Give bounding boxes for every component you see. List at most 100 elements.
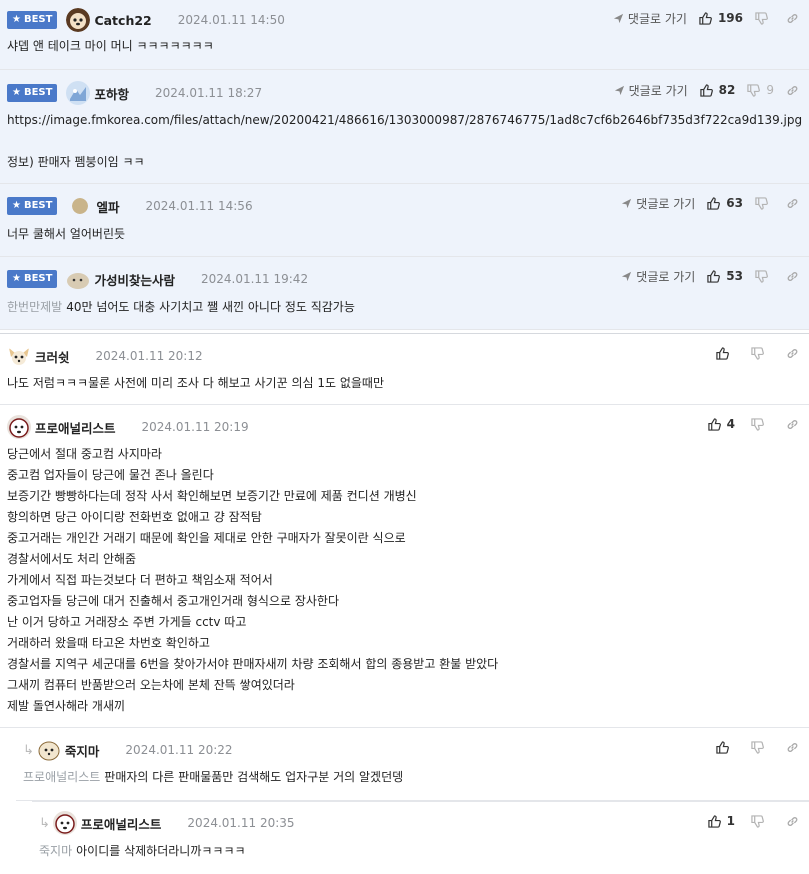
thumbs-up-icon [707, 196, 721, 210]
comment-date: 2024.01.11 14:56 [145, 199, 253, 213]
avatar[interactable] [7, 415, 31, 439]
avatar[interactable] [66, 8, 91, 32]
upvote-button[interactable] [716, 740, 735, 754]
comment-author[interactable]: Catch22 [94, 13, 151, 28]
comment-body: 프로애널리스트 판매자의 다른 판매물품만 검색해도 업자구분 거의 알겠던뎅 [23, 767, 403, 788]
star-icon: ★ [12, 200, 21, 211]
comment-text-line: 그새끼 컴퓨터 반품받으러 오는차에 본체 잔뜩 쌓여있더라 [7, 678, 295, 692]
thumbs-up-icon [707, 417, 721, 431]
downvote-button[interactable] [751, 346, 770, 360]
link-icon[interactable] [786, 418, 799, 431]
downvote-button[interactable]: 9 [747, 83, 774, 97]
reply-link[interactable]: 댓글로 가기 [621, 195, 695, 212]
comment-body: https://image.fmkorea.com/files/attach/n… [7, 110, 802, 173]
comment-author[interactable]: 프로애널리스트 [81, 814, 162, 833]
comment-text-line: 너무 쿨해서 얼어버린듯 [7, 227, 126, 241]
avatar[interactable] [66, 267, 90, 291]
comment-date: 2024.01.11 20:12 [95, 349, 203, 363]
avatar[interactable] [52, 811, 77, 835]
upvote-button[interactable]: 4 [707, 417, 735, 431]
avatar[interactable] [36, 738, 61, 762]
upvote-button[interactable]: 82 [699, 83, 736, 97]
arrow-icon [622, 198, 632, 208]
comment-best-4: ★ BEST 가성비찾는사람 2024.01.11 19:42 댓글로 가기 53… [0, 257, 809, 330]
downvote-button[interactable] [751, 417, 770, 431]
comment-text-line: 죽지마 아이디를 삭제하더라니까ㅋㅋㅋㅋ [39, 844, 246, 858]
comment-best-3: ★ BEST 엘파 2024.01.11 14:56 댓글로 가기 63 너무 쿨… [0, 184, 809, 257]
comment: 프로애널리스트 2024.01.11 20:19 4 당근에서 절대 중고컴 사… [0, 405, 809, 728]
upvote-button[interactable]: 196 [699, 11, 743, 25]
upvote-button[interactable] [716, 346, 735, 360]
comment-body: 당근에서 절대 중고컴 사지마라 중고컴 업자들이 당근에 물건 존나 올린다 … [7, 444, 498, 717]
downvote-button[interactable] [755, 269, 774, 283]
avatar[interactable] [66, 81, 91, 105]
comment-author[interactable]: 프로애널리스트 [35, 418, 116, 437]
reply-link[interactable]: 댓글로 가기 [621, 268, 695, 285]
upvote-count: 82 [718, 83, 736, 97]
downvote-count: 9 [766, 83, 774, 97]
comment-author[interactable]: 크러쉿 [35, 347, 70, 366]
comment-text-line: 항의하면 당근 아이디랑 전화번호 없애고 걍 잠적탐 [7, 510, 262, 524]
comment-reply: ↳ 프로애널리스트 2024.01.11 20:35 1 죽지마 아이디를 삭제하… [32, 801, 809, 874]
comment-header: ↳ 죽지마 2024.01.11 20:22 [23, 738, 233, 762]
comment-header: ★ BEST Catch22 2024.01.11 14:50 [7, 8, 285, 32]
thumbs-up-icon [716, 346, 729, 360]
best-badge: ★ BEST [7, 270, 58, 288]
comment-text-line: 당근에서 절대 중고컴 사지마라 [7, 447, 162, 461]
comment-actions [716, 737, 799, 757]
thumbs-down-icon [755, 196, 768, 210]
comment-header: ★ BEST 가성비찾는사람 2024.01.11 19:42 [7, 267, 308, 291]
comment-link-text[interactable]: https://image.fmkorea.com/files/attach/n… [7, 110, 802, 131]
upvote-button[interactable]: 1 [707, 814, 735, 828]
link-icon[interactable] [786, 815, 799, 828]
mention[interactable]: 죽지마 [39, 844, 72, 858]
link-icon[interactable] [786, 270, 799, 283]
upvote-button[interactable]: 53 [707, 269, 743, 283]
avatar[interactable] [72, 198, 89, 214]
comment-author[interactable]: 가성비찾는사람 [94, 270, 175, 289]
upvote-button[interactable]: 63 [707, 196, 743, 210]
best-badge: ★ BEST [7, 197, 58, 215]
reply-link[interactable]: 댓글로 가기 [613, 10, 687, 27]
comment-text-line: 한번만제발 40만 넘어도 대충 사기치고 쨀 새낀 아니다 정도 직감가능 [7, 300, 355, 314]
comment-text-line [7, 131, 802, 152]
comment-author[interactable]: 엘파 [96, 197, 119, 216]
thumbs-down-icon [751, 346, 764, 360]
comment-date: 2024.01.11 18:27 [154, 86, 263, 100]
star-icon: ★ [12, 273, 21, 284]
link-icon[interactable] [786, 347, 799, 360]
comment-date: 2024.01.11 20:35 [187, 816, 295, 830]
mention[interactable]: 한번만제발 [7, 300, 62, 314]
mention[interactable]: 프로애널리스트 [23, 770, 100, 784]
link-icon[interactable] [786, 84, 799, 97]
comment-text-line: 경찰서를 지역구 세군대를 6번을 찾아가서야 판매자새끼 차량 조회해서 합의… [7, 657, 499, 671]
comment-date: 2024.01.11 20:19 [141, 420, 249, 434]
comment-actions: 댓글로 가기 196 [613, 8, 799, 28]
downvote-button[interactable] [751, 740, 770, 754]
link-icon[interactable] [786, 741, 799, 754]
comment-header: 프로애널리스트 2024.01.11 20:19 [7, 415, 249, 439]
thumbs-down-icon [755, 269, 768, 283]
comment-author[interactable]: 죽지마 [65, 741, 100, 760]
downvote-button[interactable] [755, 196, 774, 210]
reply-link[interactable]: 댓글로 가기 [614, 82, 688, 99]
thumbs-down-icon [751, 814, 764, 828]
link-icon[interactable] [786, 12, 799, 25]
comment-text-line: 경찰서에서도 처리 안해줌 [7, 552, 137, 566]
downvote-button[interactable] [755, 11, 774, 25]
best-badge: ★ BEST [7, 11, 58, 29]
arrow-icon [613, 13, 624, 23]
comment-header: ↳ 프로애널리스트 2024.01.11 20:35 [39, 811, 295, 835]
comment-best-2: ★ BEST 포하항 2024.01.11 18:27 댓글로 가기 82 9 h… [0, 70, 809, 184]
upvote-count: 1 [726, 814, 735, 828]
avatar[interactable] [7, 344, 31, 368]
downvote-button[interactable] [751, 814, 770, 828]
comment-body: 죽지마 아이디를 삭제하더라니까ㅋㅋㅋㅋ [39, 841, 246, 862]
comment-actions: 댓글로 가기 82 9 [614, 80, 799, 100]
arrow-icon [614, 85, 624, 95]
thumbs-down-icon [755, 11, 768, 25]
link-icon[interactable] [786, 197, 799, 210]
comment-body: 샤뎁 앤 테이크 마이 머니 ㅋㅋㅋㅋㅋㅋㅋ [7, 36, 214, 57]
comment-author[interactable]: 포하항 [94, 84, 129, 103]
thumbs-down-icon [747, 83, 761, 97]
